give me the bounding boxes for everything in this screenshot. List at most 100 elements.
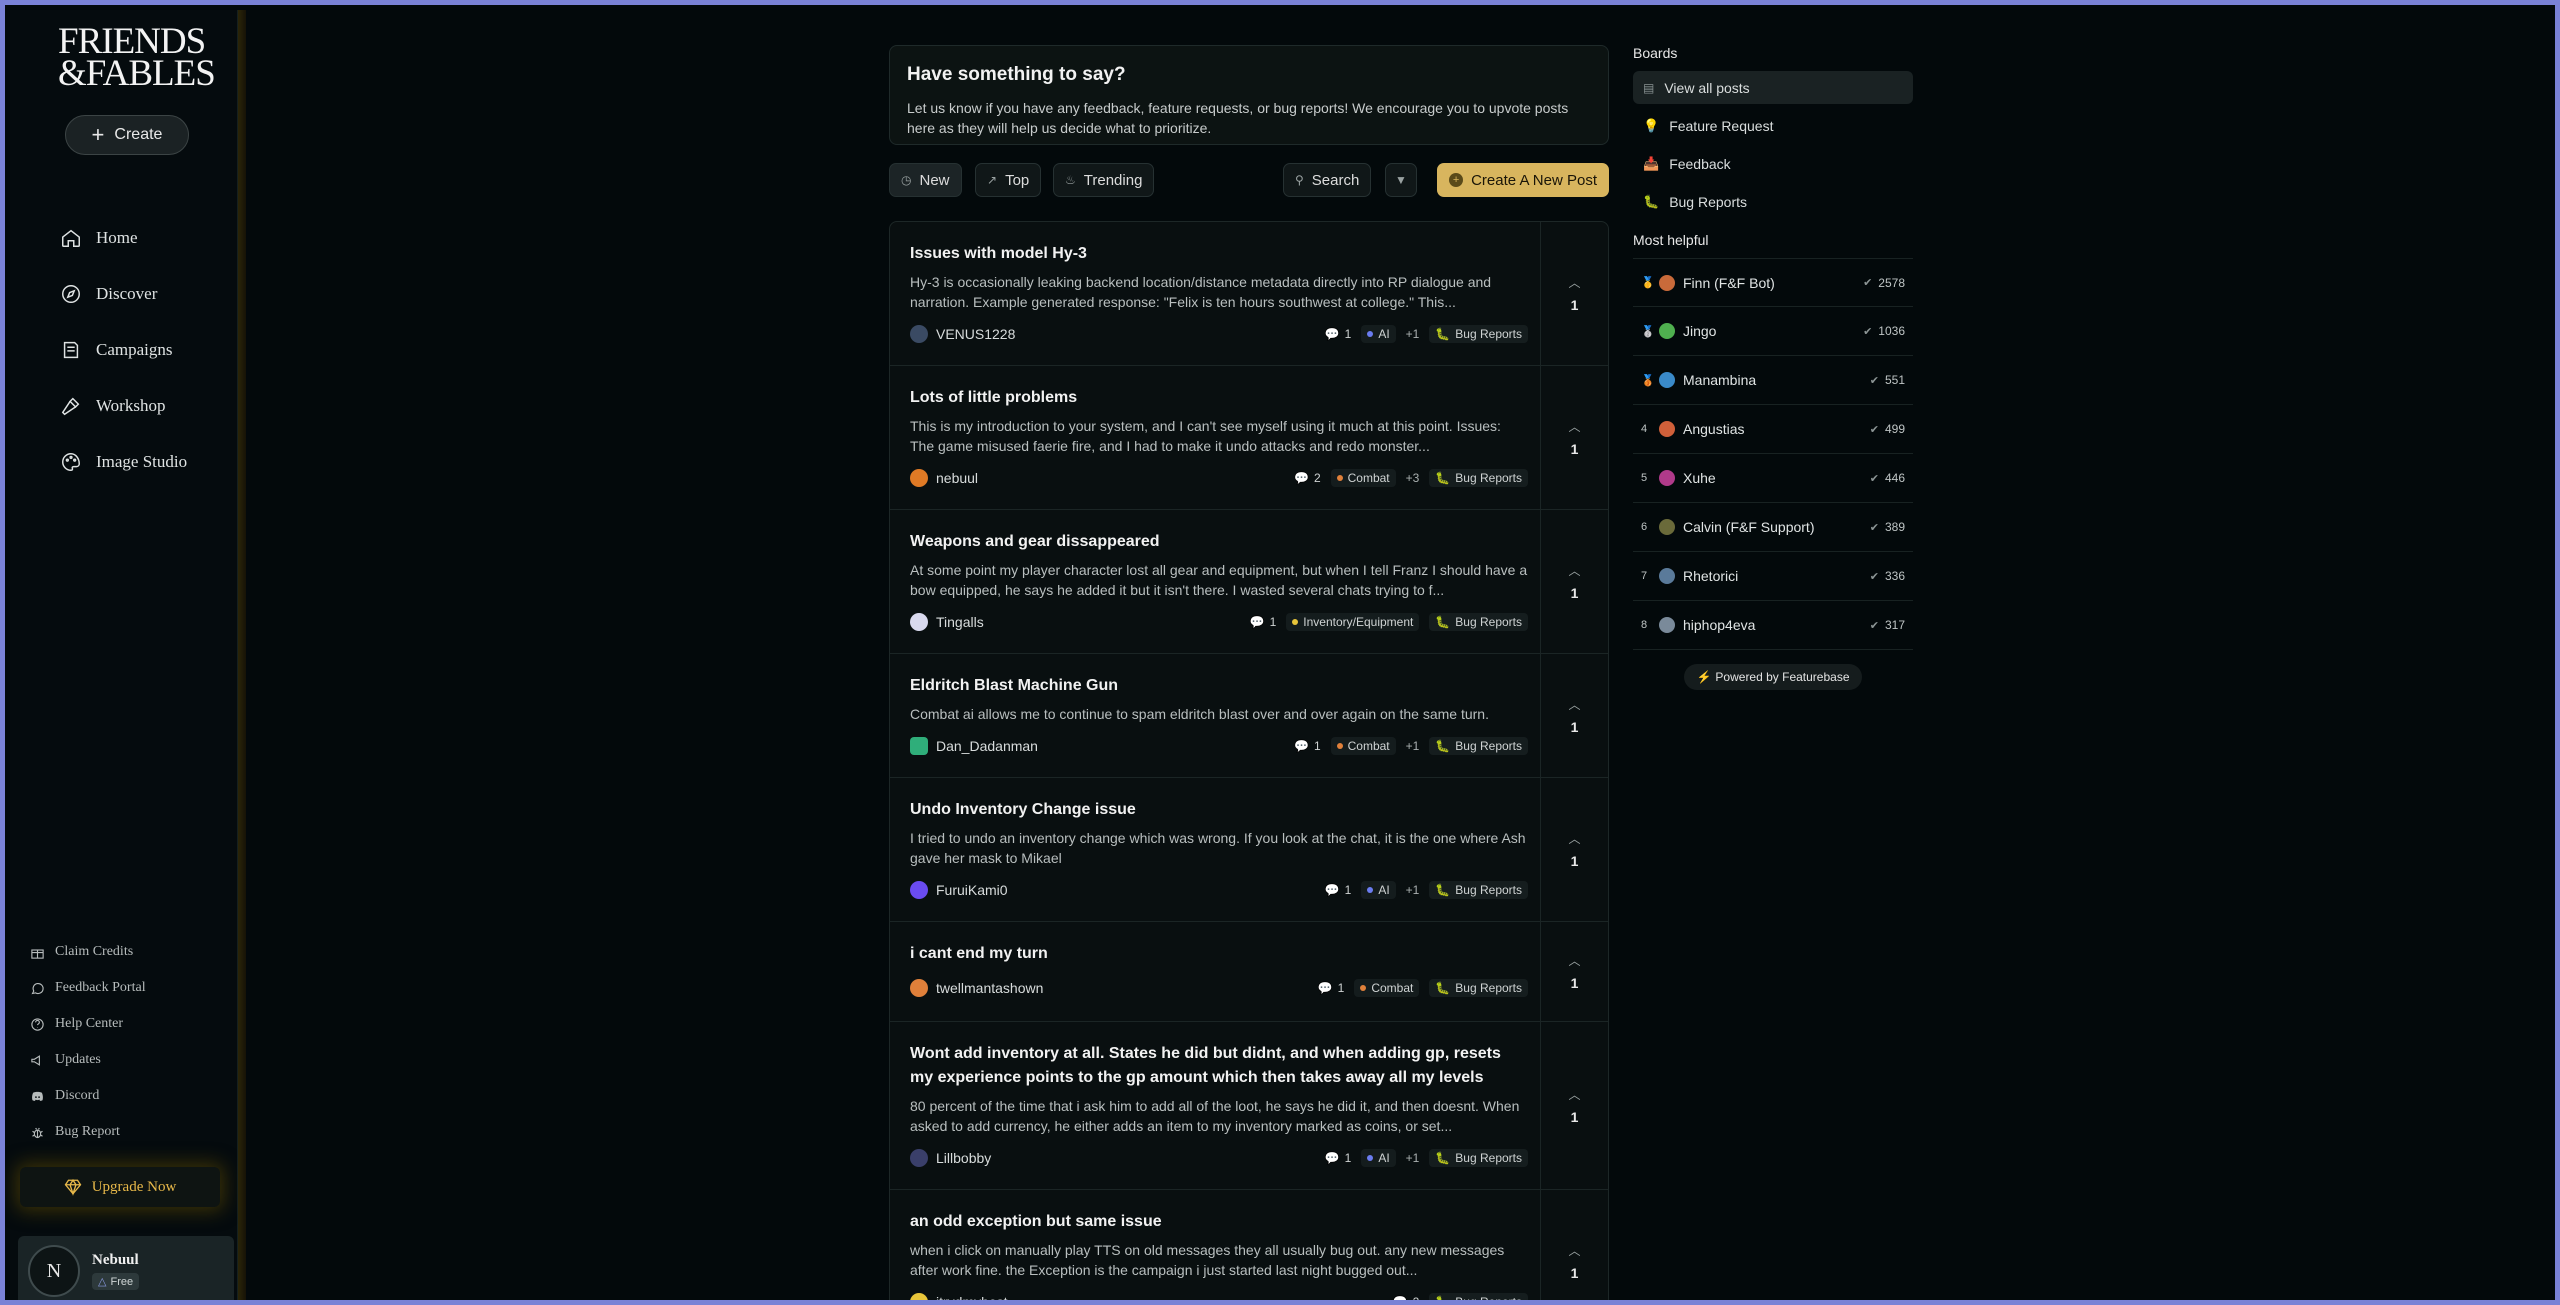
plus-icon: + bbox=[91, 122, 105, 147]
post-item[interactable]: Eldritch Blast Machine Gun Combat ai all… bbox=[890, 654, 1608, 778]
app-window: FRIENDS &FABLES + Create Home Discover C… bbox=[0, 0, 2560, 1305]
search-button[interactable]: ⚲ Search bbox=[1283, 163, 1372, 197]
author-name: Tingalls bbox=[936, 614, 984, 630]
upvote-button[interactable]: ︿ 1 bbox=[1540, 510, 1608, 653]
post-item[interactable]: Wont add inventory at all. States he did… bbox=[890, 1022, 1608, 1190]
points: ✔ 336 bbox=[1870, 569, 1913, 583]
tag-dot bbox=[1367, 887, 1374, 893]
link-claim-credits[interactable]: Claim Credits bbox=[30, 934, 146, 970]
post-title[interactable]: an odd exception but same issue bbox=[910, 1210, 1528, 1234]
link-help-center[interactable]: Help Center bbox=[30, 1006, 146, 1042]
helpful-row[interactable]: 5 Xuhe ✔ 446 bbox=[1633, 454, 1913, 503]
post-author[interactable]: Lillbobby bbox=[910, 1149, 991, 1167]
helpful-row[interactable]: 🥈 Jingo ✔ 1036 bbox=[1633, 307, 1913, 356]
post-item[interactable]: Undo Inventory Change issue I tried to u… bbox=[890, 778, 1608, 922]
flame-icon: ♨ bbox=[1065, 173, 1076, 187]
post-author[interactable]: twellmantashown bbox=[910, 979, 1043, 997]
post-item[interactable]: Weapons and gear dissappeared At some po… bbox=[890, 510, 1608, 654]
link-updates[interactable]: Updates bbox=[30, 1042, 146, 1078]
post-title[interactable]: i cant end my turn bbox=[910, 942, 1528, 966]
post-title[interactable]: Wont add inventory at all. States he did… bbox=[910, 1042, 1528, 1090]
helper-name: Jingo bbox=[1683, 323, 1717, 339]
helpful-row[interactable]: 🥇 Finn (F&F Bot) ✔ 2578 bbox=[1633, 258, 1913, 307]
author-avatar bbox=[910, 1149, 928, 1167]
check-badge-icon: ✔ bbox=[1869, 521, 1879, 534]
filter-button[interactable]: ▼ bbox=[1385, 163, 1417, 197]
sort-trending-button[interactable]: ♨ Trending bbox=[1053, 163, 1155, 197]
home-icon bbox=[62, 229, 80, 247]
upvote-button[interactable]: ︿ 1 bbox=[1540, 654, 1608, 777]
post-author[interactable]: itrydmybest bbox=[910, 1293, 1008, 1300]
logo-line-2: &FABLES bbox=[58, 53, 216, 94]
link-feedback-portal[interactable]: Feedback Portal bbox=[30, 970, 146, 1006]
points-value: 446 bbox=[1884, 471, 1905, 485]
helpful-row[interactable]: 🥉 Manambina ✔ 551 bbox=[1633, 356, 1913, 405]
rank: 🥈 bbox=[1641, 325, 1655, 338]
upvote-button[interactable]: ︿ 1 bbox=[1540, 1190, 1608, 1300]
create-button[interactable]: + Create bbox=[65, 115, 189, 155]
link-discord[interactable]: Discord bbox=[30, 1078, 146, 1114]
helpful-row[interactable]: 7 Rhetorici ✔ 336 bbox=[1633, 552, 1913, 601]
avatar bbox=[1659, 323, 1675, 339]
chevron-up-icon: ︿ bbox=[1568, 1088, 1581, 1102]
post-title[interactable]: Weapons and gear dissappeared bbox=[910, 530, 1528, 554]
nav-item-image-studio[interactable]: Image Studio bbox=[60, 434, 187, 490]
post-author[interactable]: nebuul bbox=[910, 469, 978, 487]
post-author[interactable]: Dan_Dadanman bbox=[910, 737, 1038, 755]
check-badge-icon: ✔ bbox=[1863, 277, 1873, 289]
author-name: nebuul bbox=[936, 470, 979, 486]
post-title[interactable]: Eldritch Blast Machine Gun bbox=[910, 674, 1528, 698]
comment-icon: 💬 bbox=[1293, 739, 1309, 753]
board-feedback[interactable]: 📥 Feedback bbox=[1633, 147, 1913, 180]
upvote-button[interactable]: ︿ 1 bbox=[1540, 222, 1608, 365]
plan-badge: △ Free bbox=[92, 1273, 140, 1290]
post-item[interactable]: an odd exception but same issue when i c… bbox=[890, 1190, 1608, 1300]
sort-top-button[interactable]: ↗ Top bbox=[975, 163, 1042, 197]
post-item[interactable]: i cant end my turn twellmantashown 💬 1 Co… bbox=[890, 922, 1608, 1022]
post-item[interactable]: Issues with model Hy-3 Hy-3 is occasiona… bbox=[890, 222, 1608, 366]
points: ✔ 2578 bbox=[1863, 276, 1913, 290]
board-view-all-posts[interactable]: ▤ View all posts bbox=[1633, 71, 1913, 104]
post-author[interactable]: Tingalls bbox=[910, 613, 984, 631]
helpful-row[interactable]: 8 hiphop4eva ✔ 317 bbox=[1633, 601, 1913, 650]
post-title[interactable]: Issues with model Hy-3 bbox=[910, 242, 1528, 266]
post-title[interactable]: Undo Inventory Change issue bbox=[910, 798, 1528, 822]
nav-item-discover[interactable]: Discover bbox=[60, 266, 187, 322]
bug-icon: 🐛 bbox=[1435, 615, 1451, 629]
create-post-button[interactable]: + Create A New Post bbox=[1437, 163, 1609, 197]
tag-dot bbox=[1336, 743, 1343, 749]
upvote-button[interactable]: ︿ 1 bbox=[1540, 922, 1608, 1021]
vote-count: 1 bbox=[1570, 719, 1579, 735]
user-card[interactable]: N Nebuul △ Free bbox=[18, 1236, 234, 1300]
board-bug-reports[interactable]: 🐛 Bug Reports bbox=[1633, 185, 1913, 218]
most-helpful-heading: Most helpful bbox=[1633, 232, 1709, 248]
post-author[interactable]: FuruiKami0 bbox=[910, 881, 1008, 899]
category-tag: AI bbox=[1361, 881, 1396, 899]
tag-label: AI bbox=[1378, 327, 1390, 341]
upvote-button[interactable]: ︿ 1 bbox=[1540, 366, 1608, 509]
board-feature-request[interactable]: 💡 Feature Request bbox=[1633, 109, 1913, 142]
sort-new-button[interactable]: ◷ New bbox=[889, 163, 962, 197]
link-bug-report[interactable]: Bug Report bbox=[30, 1114, 146, 1150]
logo[interactable]: FRIENDS &FABLES bbox=[58, 23, 216, 94]
points: ✔ 499 bbox=[1870, 422, 1913, 436]
nav-item-home[interactable]: Home bbox=[60, 210, 187, 266]
helpful-row[interactable]: 6 Calvin (F&F Support) ✔ 389 bbox=[1633, 503, 1913, 552]
bug-icon bbox=[32, 1127, 43, 1138]
post-item[interactable]: Lots of little problems This is my intro… bbox=[890, 366, 1608, 510]
author-avatar bbox=[910, 1293, 928, 1300]
post-title[interactable]: Lots of little problems bbox=[910, 386, 1528, 410]
upvote-button[interactable]: ︿ 1 bbox=[1540, 778, 1608, 921]
nav-item-campaigns[interactable]: Campaigns bbox=[60, 322, 187, 378]
helpful-row[interactable]: 4 Angustias ✔ 499 bbox=[1633, 405, 1913, 454]
trend-up-icon: ↗ bbox=[987, 173, 998, 187]
chevron-up-icon: ︿ bbox=[1568, 564, 1581, 578]
post-author[interactable]: VENUS1228 bbox=[910, 325, 1015, 343]
upgrade-button[interactable]: Upgrade Now bbox=[20, 1167, 220, 1207]
board-tag: 🐛 Bug Reports bbox=[1429, 469, 1528, 487]
powered-by-badge[interactable]: ⚡ Powered by Featurebase bbox=[1684, 664, 1862, 690]
upvote-button[interactable]: ︿ 1 bbox=[1540, 1022, 1608, 1189]
vote-count: 1 bbox=[1570, 1109, 1579, 1125]
nav-item-workshop[interactable]: Workshop bbox=[60, 378, 187, 434]
post-meta: Tingalls 💬 1 Inventory/Equipment 🐛 Bug Rep… bbox=[910, 610, 1528, 634]
